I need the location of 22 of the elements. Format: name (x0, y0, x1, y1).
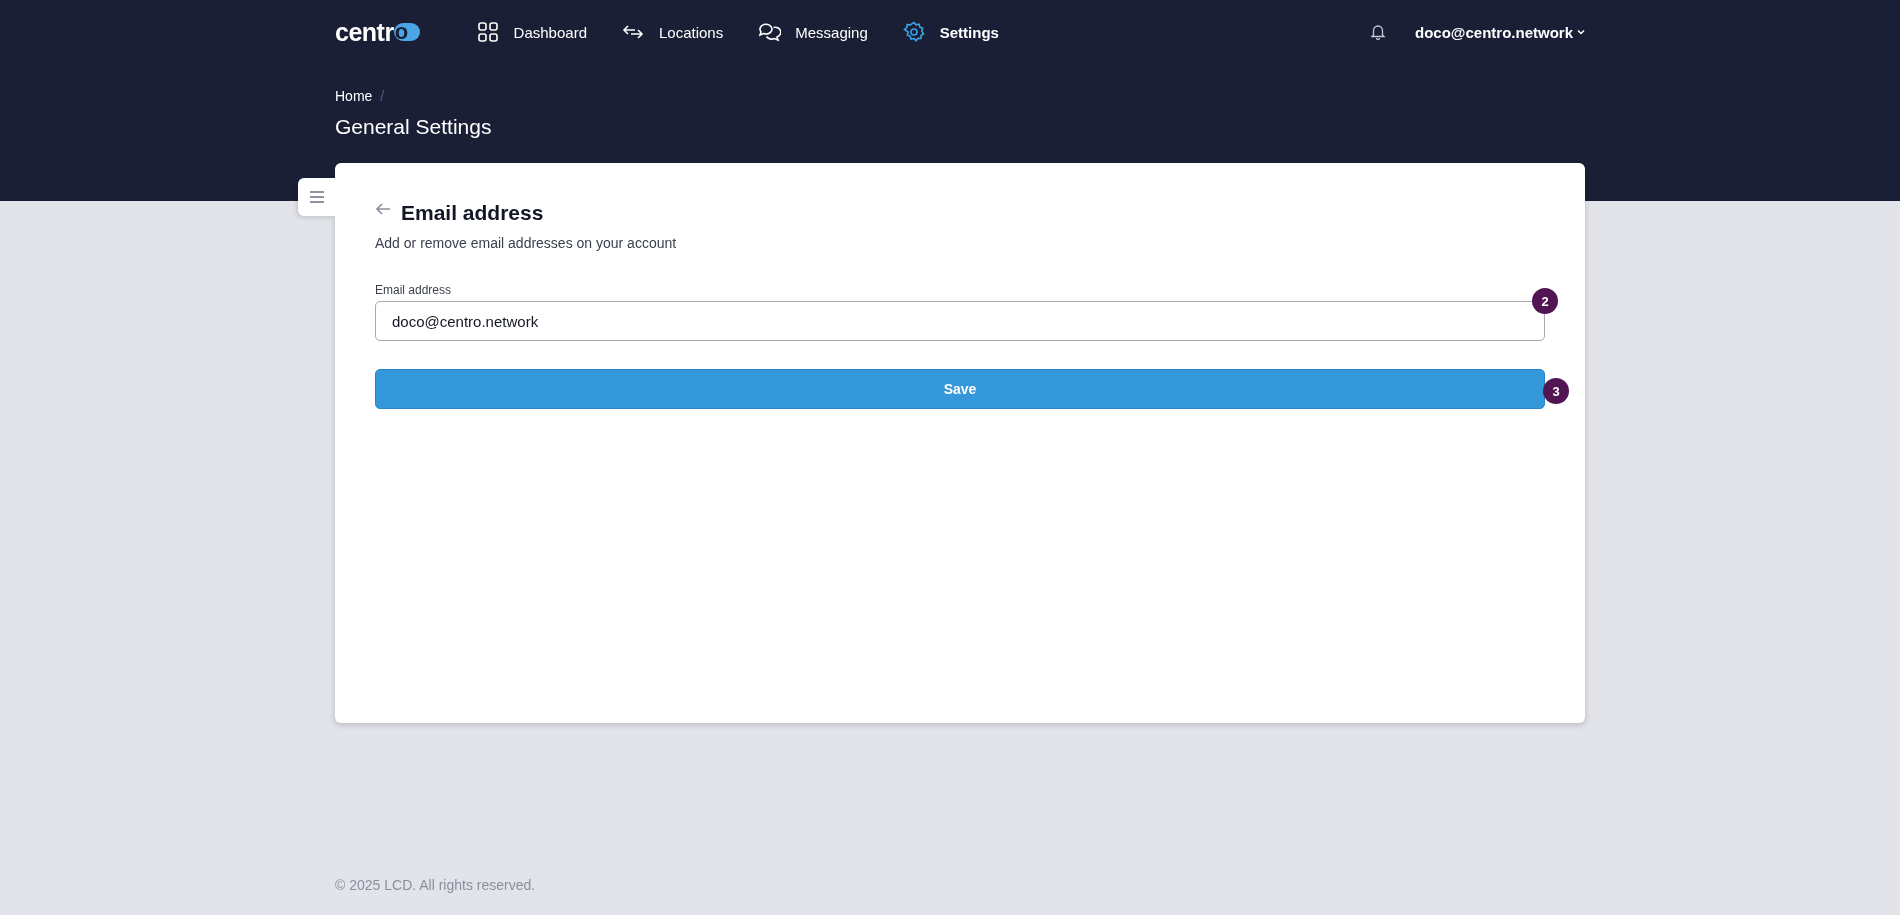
bell-icon[interactable] (1369, 23, 1387, 41)
nav-link[interactable]: Settings (901, 20, 999, 44)
footer-text: © 2025 LCD. All rights reserved. (335, 877, 536, 893)
nav-link[interactable]: Dashboard (475, 20, 587, 44)
back-arrow-icon[interactable] (375, 202, 391, 216)
card-title: Email address (401, 201, 544, 225)
card-subtitle: Add or remove email addresses on your account (375, 235, 678, 251)
chat-icon (757, 20, 782, 44)
menu-icon[interactable] (298, 178, 335, 216)
nav-link[interactable]: Messaging (757, 20, 868, 44)
user-menu[interactable]: doco@centro.network (1415, 23, 1585, 41)
step-badge: 2 (1532, 288, 1558, 314)
page-title: General Settings (335, 115, 493, 139)
logo[interactable]: centro (335, 17, 420, 47)
breadcrumb-link[interactable]: Home (335, 88, 373, 104)
chevron-icon (1577, 29, 1585, 35)
breadcrumb-separator: / (380, 88, 385, 104)
step-badge: 3 (1543, 378, 1569, 404)
grid-icon (475, 20, 500, 44)
nav-link[interactable]: Locations (621, 20, 724, 44)
settings-icon (901, 20, 926, 44)
field-label: Email address (375, 283, 453, 297)
